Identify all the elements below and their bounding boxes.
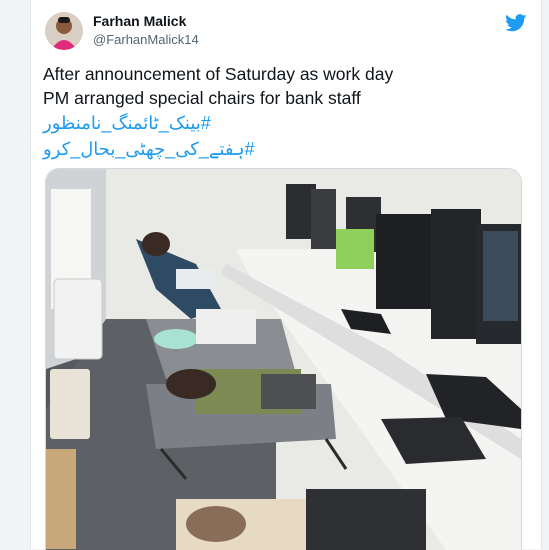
- twitter-bird-icon[interactable]: [505, 14, 527, 32]
- tweet-photo[interactable]: [45, 168, 522, 550]
- avatar-photo: [45, 12, 83, 50]
- tweet-card: Farhan Malick @FarhanMalick14 After anno…: [30, 0, 542, 550]
- tweet-line-1: After announcement of Saturday as work d…: [43, 64, 394, 84]
- author-handle[interactable]: @FarhanMalick14: [93, 32, 199, 47]
- avatar[interactable]: [45, 12, 83, 50]
- office-photo: [46, 169, 521, 550]
- hashtag-link-2[interactable]: #ہفتے_کی_چھٹی_بحال_کرو: [43, 136, 255, 162]
- author-name[interactable]: Farhan Malick: [93, 13, 186, 29]
- hashtag-link-1[interactable]: #بینک_ٹائمنگ_نامنظور: [43, 110, 211, 136]
- tweet-text: After announcement of Saturday as work d…: [43, 62, 523, 162]
- tweet-line-2: PM arranged special chairs for bank staf…: [43, 88, 361, 108]
